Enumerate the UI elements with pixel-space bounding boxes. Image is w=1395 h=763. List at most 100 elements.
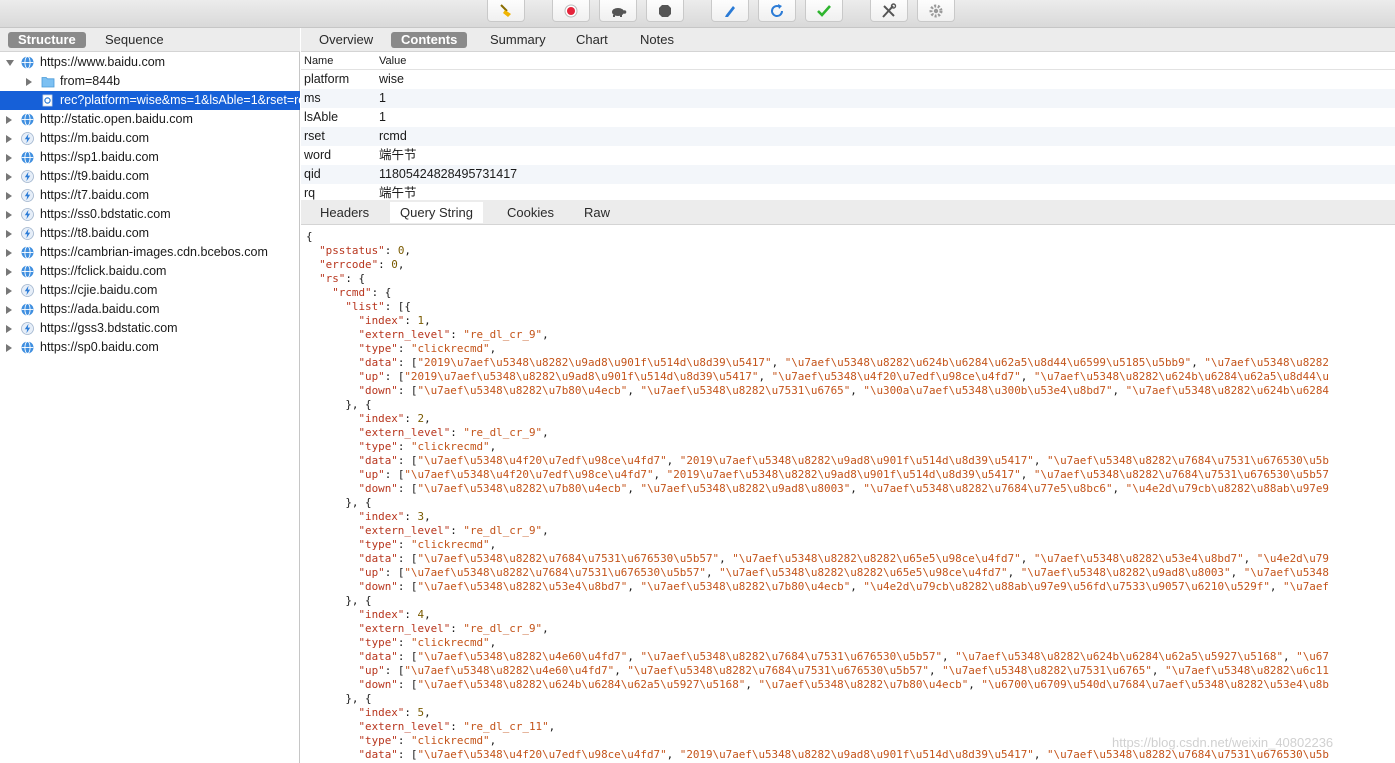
tab-query-string[interactable]: Query String: [390, 202, 483, 223]
tree-item-label: from=844b: [60, 74, 121, 88]
disclosure-closed-icon[interactable]: [6, 211, 12, 219]
tab-contents[interactable]: Contents: [391, 32, 468, 48]
disclosure-closed-icon[interactable]: [6, 116, 12, 124]
tree-item[interactable]: http://static.open.baidu.com: [0, 110, 300, 129]
tree-item[interactable]: https://ss0.bdstatic.com: [0, 205, 300, 224]
param-value: rcmd: [379, 129, 407, 143]
record-icon: [563, 3, 579, 19]
broom-button[interactable]: [487, 0, 525, 22]
tree-item-label: https://t8.baidu.com: [40, 226, 150, 240]
refresh-button[interactable]: [758, 0, 796, 22]
disclosure-closed-icon[interactable]: [6, 268, 12, 276]
disclosure-closed-icon[interactable]: [6, 192, 12, 200]
tree-item[interactable]: https://cjie.baidu.com: [0, 281, 300, 300]
tree-item[interactable]: https://cambrian-images.cdn.bcebos.com: [0, 243, 300, 262]
gear-button[interactable]: [917, 0, 955, 22]
right-tab-bar: Overview Contents Summary Chart Notes: [301, 28, 1395, 52]
table-row[interactable]: lsAble 1: [301, 108, 1395, 127]
tree-item-label: https://cjie.baidu.com: [40, 283, 158, 297]
tab-raw[interactable]: Raw: [574, 202, 620, 223]
param-value: wise: [379, 72, 405, 86]
tree-item-label: rec?platform=wise&ms=1&lsAble=1&rset=rcm…: [60, 93, 300, 107]
tree-item[interactable]: https://gss3.bdstatic.com: [0, 319, 300, 338]
column-header-value[interactable]: Value: [379, 52, 406, 70]
disclosure-closed-icon[interactable]: [6, 249, 12, 257]
disclosure-closed-icon[interactable]: [6, 306, 12, 314]
tools-button[interactable]: [870, 0, 908, 22]
checkmark-icon: [816, 3, 832, 19]
document-icon: [41, 94, 54, 107]
disclosure-closed-icon[interactable]: [6, 135, 12, 143]
globe-icon: [21, 246, 34, 259]
turtle-button[interactable]: [599, 0, 637, 22]
tree-item[interactable]: from=844b: [0, 72, 300, 91]
disclosure-closed-icon[interactable]: [6, 287, 12, 295]
globe-icon: [21, 341, 34, 354]
param-name: platform: [304, 72, 350, 86]
tree-item[interactable]: https://sp0.baidu.com: [0, 338, 300, 357]
watermark: https://blog.csdn.net/weixin_40802236: [1112, 735, 1334, 750]
query-params-table: Name Value platform wise ms 1 lsAble 1 rset rcm…: [301, 52, 1395, 200]
disclosure-open-icon[interactable]: [6, 60, 14, 66]
structure-tree: https://www.baidu.com from=844b rec?platfo…: [0, 52, 300, 763]
tree-item[interactable]: https://sp1.baidu.com: [0, 148, 300, 167]
record-button[interactable]: [552, 0, 590, 22]
tab-overview[interactable]: Overview: [309, 32, 383, 48]
table-row[interactable]: qid 11805424828495731417: [301, 165, 1395, 184]
disclosure-closed-icon[interactable]: [6, 344, 12, 352]
tab-structure[interactable]: Structure: [8, 32, 86, 48]
tree-item-label: https://ss0.bdstatic.com: [40, 207, 171, 221]
disclosure-closed-icon[interactable]: [26, 78, 32, 86]
param-name: lsAble: [304, 110, 339, 124]
json-viewer[interactable]: { "psstatus": 0, "errcode": 0, "rs": { "…: [301, 226, 1395, 763]
table-header: Name Value: [301, 52, 1395, 70]
table-row[interactable]: rq 端午节: [301, 184, 1395, 200]
tab-summary[interactable]: Summary: [480, 32, 556, 48]
column-header-name[interactable]: Name: [304, 52, 333, 70]
table-row[interactable]: word 端午节: [301, 146, 1395, 165]
turtle-icon: [609, 3, 627, 19]
table-row[interactable]: ms 1: [301, 89, 1395, 108]
disclosure-closed-icon[interactable]: [6, 230, 12, 238]
disclosure-closed-icon[interactable]: [6, 173, 12, 181]
param-value: 端午节: [379, 186, 417, 200]
tree-item[interactable]: https://t8.baidu.com: [0, 224, 300, 243]
tree-item[interactable]: https://t9.baidu.com: [0, 167, 300, 186]
tree-item[interactable]: https://ada.baidu.com: [0, 300, 300, 319]
broom-icon: [498, 3, 514, 19]
table-row[interactable]: rset rcmd: [301, 127, 1395, 146]
stop-icon: [657, 3, 673, 19]
disclosure-closed-icon[interactable]: [6, 154, 12, 162]
lightning-icon: [21, 189, 34, 202]
tree-item-label: https://cambrian-images.cdn.bcebos.com: [40, 245, 268, 259]
detail-tab-bar: Headers Query String Cookies Raw: [301, 200, 1395, 225]
tree-item[interactable]: https://www.baidu.com: [0, 53, 300, 72]
tab-sequence[interactable]: Sequence: [95, 32, 174, 48]
tab-cookies[interactable]: Cookies: [497, 202, 564, 223]
lightning-icon: [21, 227, 34, 240]
stop-button[interactable]: [646, 0, 684, 22]
checkmark-button[interactable]: [805, 0, 843, 22]
disclosure-closed-icon[interactable]: [6, 325, 12, 333]
tab-notes[interactable]: Notes: [630, 32, 684, 48]
tree-item-label: https://gss3.bdstatic.com: [40, 321, 178, 335]
globe-icon: [21, 265, 34, 278]
table-row[interactable]: platform wise: [301, 70, 1395, 89]
lightning-icon: [21, 284, 34, 297]
lightning-icon: [21, 132, 34, 145]
tree-item-label: https://www.baidu.com: [40, 55, 166, 69]
tree-item[interactable]: rec?platform=wise&ms=1&lsAble=1&rset=rcm…: [0, 91, 300, 110]
tree-item-label: https://t7.baidu.com: [40, 188, 150, 202]
tree-item-label: https://ada.baidu.com: [40, 302, 160, 316]
left-tab-bar: Structure Sequence: [0, 28, 300, 52]
gear-icon: [928, 3, 944, 19]
tree-item-label: https://t9.baidu.com: [40, 169, 150, 183]
folder-icon: [41, 75, 55, 88]
tree-item[interactable]: https://fclick.baidu.com: [0, 262, 300, 281]
pen-button[interactable]: [711, 0, 749, 22]
tree-item[interactable]: https://m.baidu.com: [0, 129, 300, 148]
param-value: 11805424828495731417: [379, 167, 518, 181]
tree-item[interactable]: https://t7.baidu.com: [0, 186, 300, 205]
tab-headers[interactable]: Headers: [310, 202, 379, 223]
tab-chart[interactable]: Chart: [566, 32, 618, 48]
